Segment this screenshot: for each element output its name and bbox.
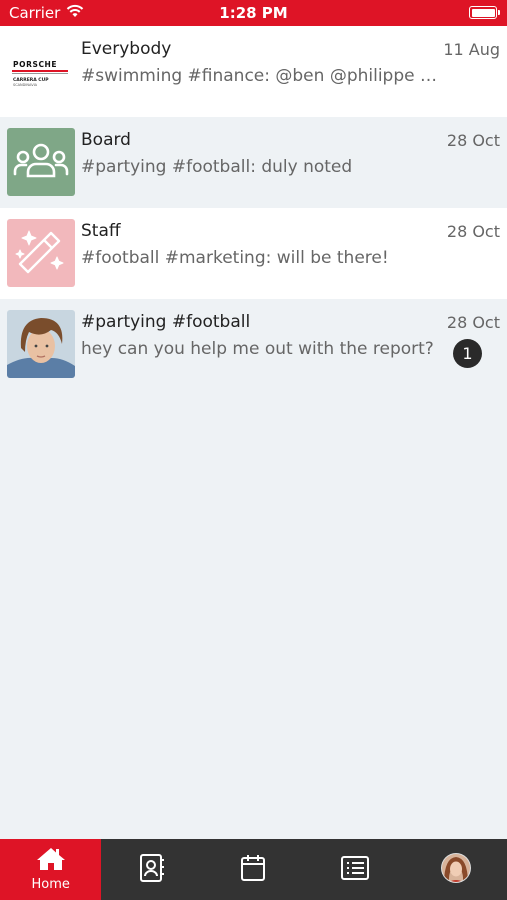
tab-home-label: Home xyxy=(31,877,70,892)
conversation-list: PORSCHE CARRERA CUP SCANDINAVIA Everybod… xyxy=(0,26,507,390)
conversation-preview: hey can you help me out with the report? xyxy=(81,339,434,359)
tab-home[interactable]: Home xyxy=(0,839,102,900)
conversation-preview: #partying #football: duly noted xyxy=(81,157,353,177)
tab-bar: Home xyxy=(0,839,507,900)
tab-calendar[interactable] xyxy=(203,839,304,900)
contacts-icon xyxy=(138,853,166,887)
tab-list[interactable] xyxy=(304,839,405,900)
unread-badge: 1 xyxy=(453,339,482,368)
list-icon xyxy=(340,855,370,885)
conversation-preview: #football #marketing: will be there! xyxy=(81,248,389,268)
svg-text:PORSCHE: PORSCHE xyxy=(13,60,57,69)
conversation-title: Staff xyxy=(81,221,121,241)
conversation-row-partying-football[interactable]: #partying #football hey can you help me … xyxy=(0,299,507,390)
tab-profile[interactable] xyxy=(406,839,507,900)
conversation-title: #partying #football xyxy=(81,312,251,332)
battery-icon xyxy=(469,6,500,19)
conversation-row-staff[interactable]: Staff #football #marketing: will be ther… xyxy=(0,208,507,299)
svg-text:SCANDINAVIA: SCANDINAVIA xyxy=(13,83,38,87)
conversation-date: 28 Oct xyxy=(446,313,500,332)
conversation-date: 11 Aug xyxy=(443,40,500,59)
conversation-date: 28 Oct xyxy=(446,222,500,241)
profile-avatar xyxy=(440,852,472,888)
magic-wand-icon xyxy=(7,219,75,287)
conversation-row-everybody[interactable]: PORSCHE CARRERA CUP SCANDINAVIA Everybod… xyxy=(0,26,507,117)
conversation-date: 28 Oct xyxy=(446,131,500,150)
porsche-carrera-cup-logo: PORSCHE CARRERA CUP SCANDINAVIA xyxy=(7,37,75,105)
user-photo xyxy=(7,310,75,378)
status-bar: Carrier 1:28 PM xyxy=(0,0,507,26)
group-icon xyxy=(7,128,75,196)
conversation-row-board[interactable]: Board #partying #football: duly noted 28… xyxy=(0,117,507,208)
conversation-title: Everybody xyxy=(81,39,172,59)
conversation-preview: #swimming #finance: @ben @philippe you a… xyxy=(81,66,441,86)
calendar-icon xyxy=(239,853,267,887)
home-icon xyxy=(36,847,66,875)
tab-contacts[interactable] xyxy=(101,839,202,900)
conversation-title: Board xyxy=(81,130,131,150)
status-time: 1:28 PM xyxy=(219,4,288,22)
